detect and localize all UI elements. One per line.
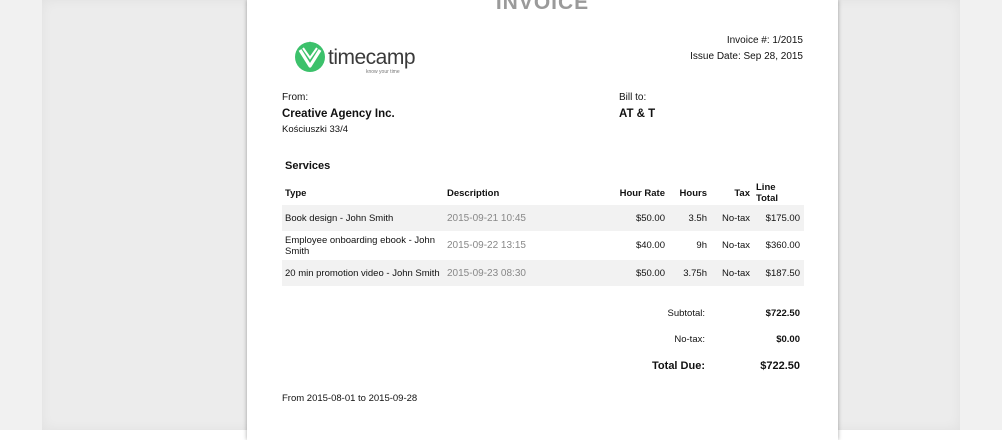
document-viewer[interactable]: INVOICE timecamp know your time Invoice … <box>42 0 960 440</box>
table-row: Employee onboarding ebook - John Smith 2… <box>282 231 804 260</box>
billing-period: From 2015-08-01 to 2015-09-28 <box>282 393 418 404</box>
row-description: 2015-09-23 08:30 <box>447 267 526 279</box>
total-due-label: Total Due: <box>652 360 705 372</box>
row-tax: No-tax <box>722 240 750 251</box>
company-logo: timecamp know your time <box>293 40 416 76</box>
row-description: 2015-09-21 10:45 <box>447 212 526 224</box>
from-address: Kościuszki 33/4 <box>282 124 349 135</box>
row-description: 2015-09-22 13:15 <box>447 240 526 251</box>
row-total: $187.50 <box>765 267 800 279</box>
row-type: Book design - John Smith <box>285 212 394 224</box>
tax-value: $0.00 <box>776 334 800 345</box>
table-row: 20 min promotion video - John Smith 2015… <box>282 260 804 286</box>
table-row: Book design - John Smith 2015-09-21 10:4… <box>282 205 804 231</box>
row-hours: 3.75h <box>683 267 707 279</box>
subtotal-label: Subtotal: <box>667 308 706 319</box>
tax-label: No-tax: <box>674 334 705 345</box>
row-total: $175.00 <box>765 212 800 224</box>
invoice-number: Invoice #: 1/2015 <box>726 35 803 46</box>
bill-to-section: Bill to: AT & T <box>619 92 655 121</box>
invoice-page: INVOICE timecamp know your time Invoice … <box>247 0 838 440</box>
viewer-margin-right <box>960 0 1002 430</box>
row-type: Employee onboarding ebook - John Smith <box>285 234 435 257</box>
timecamp-logo-icon <box>295 41 325 72</box>
bill-to-name: AT & T <box>619 108 656 120</box>
bill-to-label: Bill to: <box>619 92 647 103</box>
row-tax: No-tax <box>722 212 750 224</box>
invoice-title: INVOICE <box>495 0 590 14</box>
col-tax: Tax <box>734 187 750 199</box>
row-rate: $40.00 <box>635 240 665 251</box>
row-hours: 9h <box>696 240 707 251</box>
row-tax: No-tax <box>722 267 750 279</box>
from-section: From: Creative Agency Inc. Kościuszki 33… <box>282 92 395 135</box>
row-rate: $50.00 <box>635 267 665 279</box>
row-total: $360.00 <box>765 240 800 251</box>
row-type: 20 min promotion video - John Smith <box>285 267 440 279</box>
services-table-header: Type Description Hour Rate Hours Tax Lin… <box>282 182 804 204</box>
col-hour-rate: Hour Rate <box>619 187 665 199</box>
row-hours: 3.5h <box>688 212 708 224</box>
from-label: From: <box>282 92 309 103</box>
col-description: Description <box>447 187 500 199</box>
col-hours: Hours <box>679 187 707 199</box>
viewer-margin-left <box>0 0 42 430</box>
subtotal-value: $722.50 <box>765 308 800 319</box>
services-heading: Services <box>285 160 331 172</box>
invoice-meta: Invoice #: 1/2015 Issue Date: Sep 28, 20… <box>690 33 803 65</box>
logo-brand-text: timecamp <box>328 46 416 69</box>
col-line-total: Line Total <box>756 182 778 204</box>
issue-date: Issue Date: Sep 28, 2015 <box>690 51 803 62</box>
from-name: Creative Agency Inc. <box>282 108 395 120</box>
total-due-value: $722.50 <box>760 360 800 372</box>
row-rate: $50.00 <box>635 212 665 224</box>
logo-tagline: know your time <box>366 69 400 75</box>
col-type: Type <box>285 187 307 199</box>
